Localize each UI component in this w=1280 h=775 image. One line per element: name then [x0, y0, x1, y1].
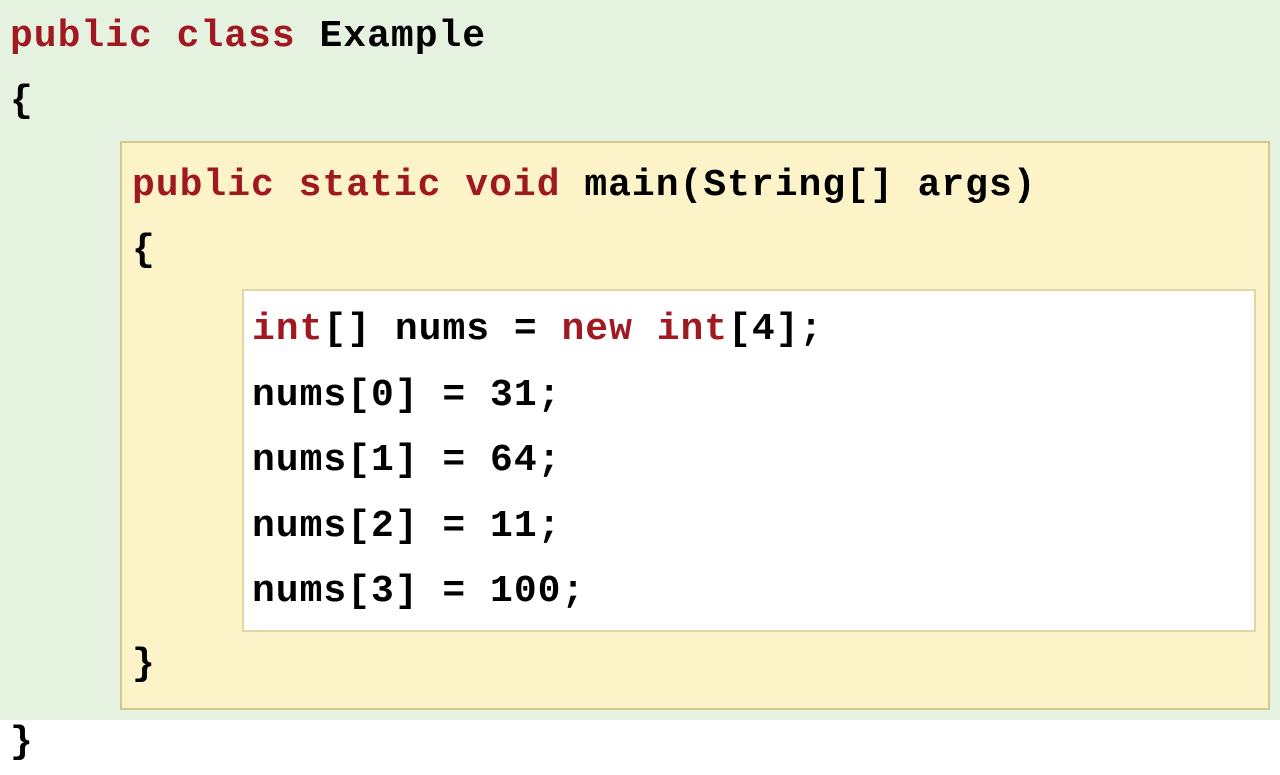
assignment-line: nums[3] = 100; [252, 559, 1246, 624]
class-close-brace: } [10, 710, 1270, 775]
assignment-line: nums[1] = 64; [252, 428, 1246, 493]
keyword-static: static [299, 164, 442, 207]
assignment-line: nums[2] = 11; [252, 494, 1246, 559]
body-block: int[] nums = new int[4]; nums[0] = 31; n… [242, 289, 1256, 632]
class-block: public class Example { public static voi… [0, 0, 1280, 720]
method-open-brace: { [132, 218, 1256, 283]
method-signature: main(String[] args) [584, 164, 1036, 207]
class-declaration: public class Example [10, 4, 1270, 69]
keyword-void: void [465, 164, 560, 207]
method-block: public static void main(String[] args) {… [120, 141, 1270, 710]
array-declaration: int[] nums = new int[4]; [252, 297, 1246, 362]
keyword-new: new [561, 308, 632, 351]
keyword-int: int [252, 308, 323, 351]
method-close-brace: } [132, 632, 1256, 697]
method-declaration: public static void main(String[] args) [132, 153, 1256, 218]
keyword-int: int [657, 308, 728, 351]
keyword-public: public [10, 15, 153, 58]
assignment-line: nums[0] = 31; [252, 363, 1246, 428]
class-name: Example [319, 15, 486, 58]
keyword-public: public [132, 164, 275, 207]
keyword-class: class [177, 15, 296, 58]
class-open-brace: { [10, 69, 1270, 134]
